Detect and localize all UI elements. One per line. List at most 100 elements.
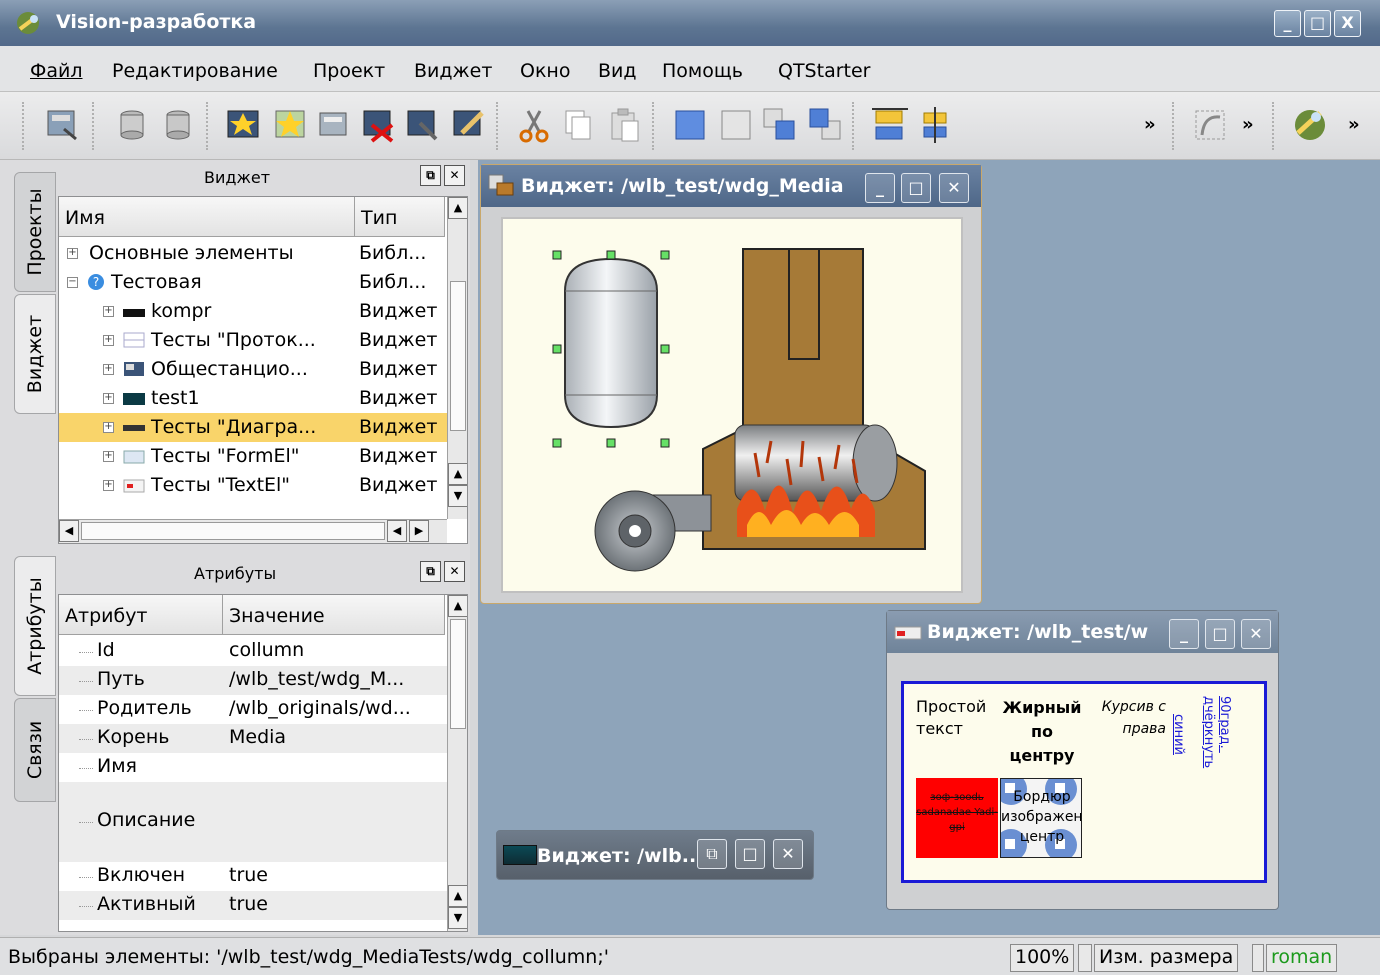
expand-toggle-icon[interactable]: + [103,306,114,317]
tree-item[interactable]: −? Тестовая Библ... [59,268,447,297]
col-header-name[interactable]: Имя [59,197,355,237]
db-save-icon[interactable] [158,105,198,145]
attributes-table[interactable]: Атрибут Значение Id collumn Путь/wlb_test/… [58,594,468,932]
menu-edit[interactable]: Редактирование [112,60,278,82]
attr-value[interactable]: true [229,864,268,886]
level-down-icon[interactable] [806,105,846,145]
tab-projects[interactable]: Проекты [14,172,56,292]
tree-item[interactable]: + Тесты "Проток... Виджет [59,326,447,355]
attr-scroll-up-2[interactable]: ▲ [448,885,467,907]
sub1-maximize-button[interactable]: □ [901,173,931,203]
menu-widget[interactable]: Виджет [414,60,492,82]
expand-toggle-icon[interactable]: + [103,451,114,462]
subwindow-text[interactable]: Виджет: /wlb_test/w _ □ ✕ Простой текст … [886,610,1279,910]
copy-icon[interactable] [558,105,598,145]
tree-item[interactable]: + Тесты "Диагра... Виджет [59,413,447,442]
attr-row[interactable]: Корень Media [59,724,447,753]
attr-row[interactable]: Включен true [59,862,447,891]
col-header-value[interactable]: Значение [223,595,445,635]
tree-hscrollbar[interactable]: ◀ ◀ ▶ [59,519,447,543]
align-top-icon[interactable] [870,105,910,145]
hscroll-thumb[interactable] [81,522,385,540]
attr-value[interactable]: Media [229,726,286,748]
expand-toggle-icon[interactable]: + [103,335,114,346]
attr-value[interactable]: /wlb_originals/wd... [229,697,411,719]
attr-row[interactable]: Активный true [59,891,447,920]
scroll-left-button-2[interactable]: ◀ [387,520,407,542]
menu-view[interactable]: Вид [598,60,637,82]
scroll-thumb[interactable] [450,281,466,431]
expand-toggle-icon[interactable]: + [103,422,114,433]
close-button[interactable]: X [1334,10,1361,37]
menu-qtstarter[interactable]: QTStarter [778,60,870,82]
edit-mode[interactable]: Изм. размера [1094,944,1239,972]
subwindow-collapsed[interactable]: Виджет: /wlb.. ⧉ □ ✕ [496,830,814,880]
add-widget-icon[interactable] [314,105,354,145]
attr-scroll-thumb[interactable] [450,619,466,729]
sub3-restore-button[interactable]: ⧉ [697,839,727,869]
scroll-up-button[interactable]: ▲ [448,197,467,219]
attr-row[interactable]: Id collumn [59,637,447,666]
raise-icon[interactable] [670,105,710,145]
subwindow-media[interactable]: Виджет: /wlb_test/wdg_Media _ □ ✕ [480,164,982,604]
menu-project[interactable]: Проект [313,60,385,82]
delete-widget-icon[interactable] [358,105,398,145]
toolbar-more-1[interactable]: » [1144,114,1156,135]
attr-scroll-up[interactable]: ▲ [448,595,467,617]
attr-dock-close-button[interactable]: ✕ [444,561,465,582]
col-header-attr[interactable]: Атрибут [59,595,223,635]
sub1-minimize-button[interactable]: _ [865,173,895,203]
media-canvas[interactable] [501,217,963,593]
attr-value[interactable]: true [229,893,268,915]
properties-icon[interactable] [42,105,82,145]
widget-tree[interactable]: Имя Тип + Основные элементы Библ... −? Тесто… [58,196,468,544]
cut-icon[interactable] [514,105,554,145]
expand-toggle-icon[interactable]: + [103,393,114,404]
text-canvas[interactable]: Простой текст Жирный по центру Курсив с … [901,681,1267,883]
attr-row[interactable]: Описание [59,782,447,862]
edit-widget-icon[interactable] [448,105,488,145]
expand-toggle-icon[interactable]: + [103,364,114,375]
expand-toggle-icon[interactable]: − [67,277,78,288]
tab-attributes[interactable]: Атрибуты [14,556,56,696]
db-load-icon[interactable] [112,105,152,145]
sub1-close-button[interactable]: ✕ [939,173,969,203]
attr-value[interactable]: collumn [229,639,304,661]
attr-row[interactable]: Родитель/wlb_originals/wd... [59,695,447,724]
scroll-up-button-2[interactable]: ▲ [448,463,467,485]
menu-help[interactable]: Помощь [662,60,743,82]
subwindow-text-titlebar[interactable]: Виджет: /wlb_test/w _ □ ✕ [887,611,1278,653]
sub3-close-button[interactable]: ✕ [773,839,803,869]
attr-value[interactable]: /wlb_test/wdg_M... [229,668,404,690]
attr-vscrollbar[interactable]: ▲ ▲ ▼ [447,595,467,931]
level-up-icon[interactable] [760,105,800,145]
app-settings-icon[interactable] [1290,105,1330,145]
scroll-left-button[interactable]: ◀ [59,520,79,542]
shape-icon[interactable] [1190,105,1230,145]
attr-dock-float-button[interactable]: ⧉ [420,561,441,582]
zoom-level[interactable]: 100% [1010,944,1075,972]
dock-float-button[interactable]: ⧉ [420,165,441,186]
tree-item[interactable]: + test1 Виджет [59,384,447,413]
minimize-button[interactable]: _ [1274,10,1301,37]
new-library-icon[interactable] [224,105,264,145]
attr-scroll-down[interactable]: ▼ [448,907,467,929]
tree-vscrollbar[interactable]: ▲ ▲ ▼ [447,197,467,519]
sub3-maximize-button[interactable]: □ [735,839,765,869]
attr-row[interactable]: Путь/wlb_test/wdg_M... [59,666,447,695]
tree-item[interactable]: + Основные элементы Библ... [59,239,447,268]
col-header-type[interactable]: Тип [355,197,445,237]
menu-window[interactable]: Окно [520,60,570,82]
tree-item[interactable]: + Общестанцио... Виджет [59,355,447,384]
widget-props-icon[interactable] [402,105,442,145]
sub2-close-button[interactable]: ✕ [1241,619,1271,649]
tab-widget[interactable]: Виджет [14,294,56,414]
toolbar-more-2[interactable]: » [1242,114,1254,135]
expand-toggle-icon[interactable]: + [67,248,78,259]
subwindow-media-titlebar[interactable]: Виджет: /wlb_test/wdg_Media _ □ ✕ [481,165,981,207]
tab-links[interactable]: Связи [14,698,56,802]
paste-icon[interactable] [604,105,644,145]
tree-item[interactable]: + kompr Виджет [59,297,447,326]
tree-item[interactable]: + Тесты "TextEl" Виджет [59,471,447,500]
attr-row[interactable]: Имя [59,753,447,782]
